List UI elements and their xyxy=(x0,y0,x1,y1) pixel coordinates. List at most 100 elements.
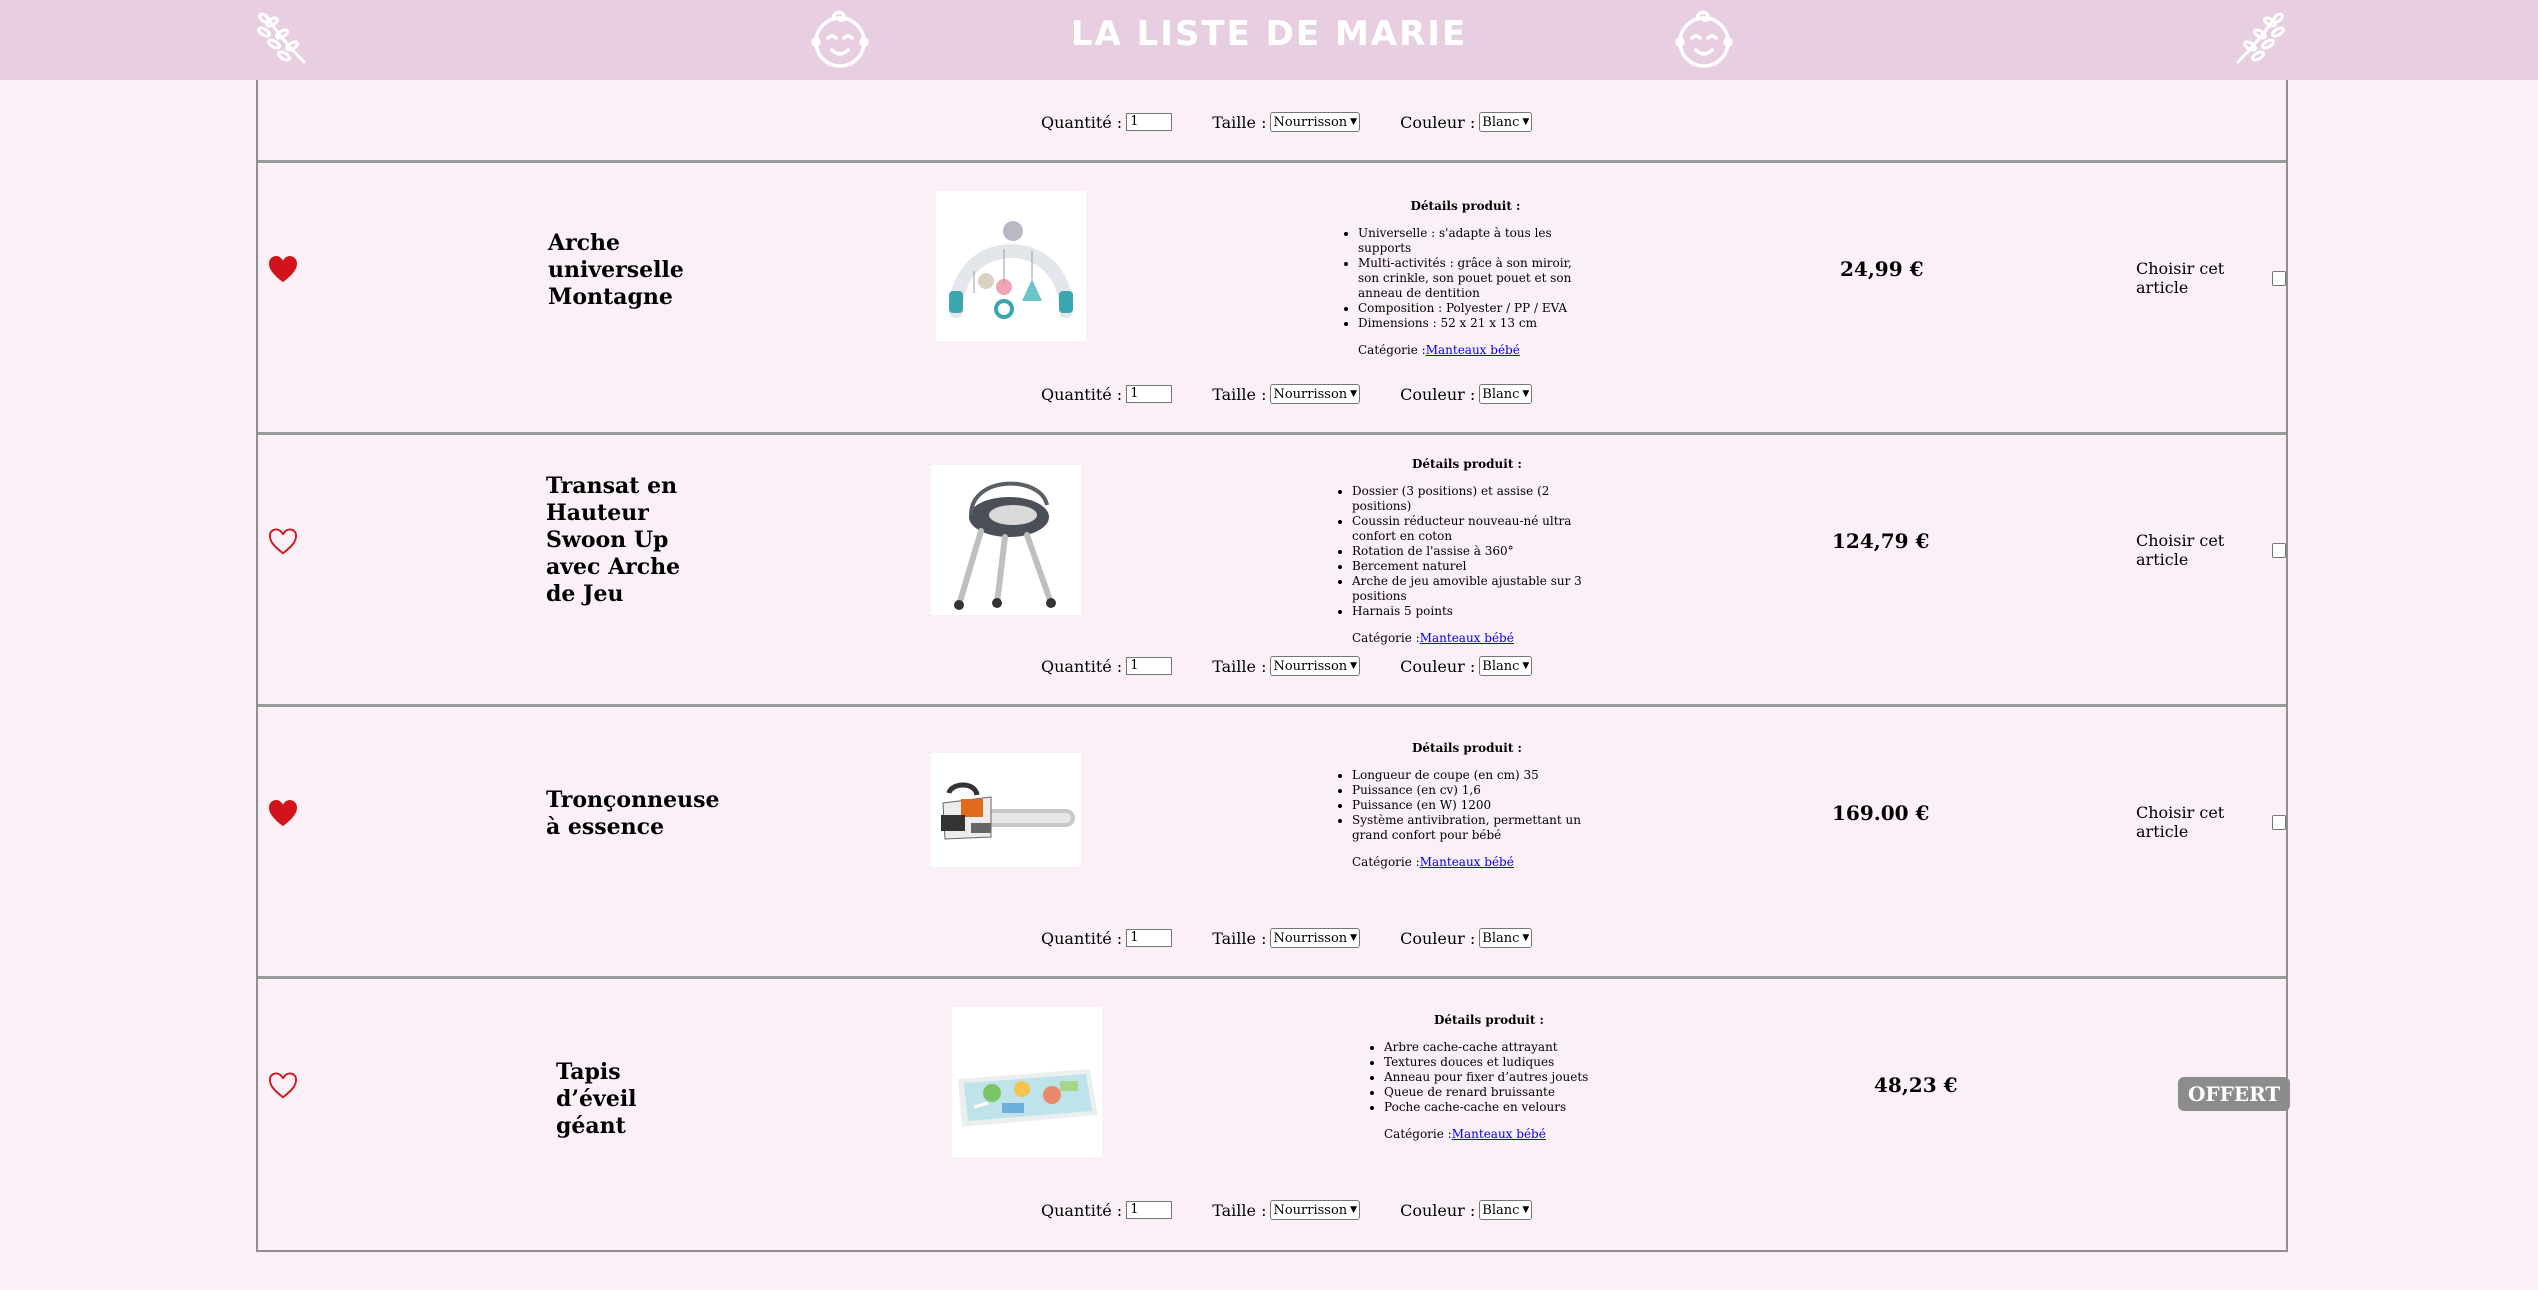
size-label: Taille : xyxy=(1212,112,1267,132)
details-list: Dossier (3 positions) et assise (2 posit… xyxy=(1332,484,1602,619)
product-price: 48,23 € xyxy=(1874,1073,1958,1097)
heart-outline-icon[interactable] xyxy=(268,1072,298,1100)
list-item: Coussin réducteur nouveau-né ultra confo… xyxy=(1352,514,1602,544)
product-image xyxy=(936,191,1086,341)
product-name: Tronçonneuse à essence xyxy=(546,787,720,840)
color-select[interactable]: Blanc ▼ xyxy=(1479,656,1533,676)
product-row: Arche universelle Montagne Détails produ… xyxy=(258,160,2286,433)
choose-label: Choisir cet article xyxy=(2136,531,2225,569)
color-label: Couleur : xyxy=(1400,384,1476,404)
size-select[interactable]: Nourrisson ▼ xyxy=(1270,928,1361,948)
list-item: Arbre cache-cache attrayant xyxy=(1384,1040,1614,1055)
product-row: Transat en Hauteur Swoon Up avec Arche d… xyxy=(258,432,2286,705)
choose-item: Choisir cet article xyxy=(2136,531,2286,569)
size-label: Taille : xyxy=(1212,384,1267,404)
list-item: Puissance (en cv) 1,6 xyxy=(1352,783,1602,798)
color-select[interactable]: Blanc ▼ xyxy=(1479,384,1533,404)
category-label: Catégorie : xyxy=(1384,1127,1452,1141)
quantity-input[interactable]: 1 xyxy=(1126,929,1173,947)
details-list: Longueur de coupe (en cm) 35 Puissance (… xyxy=(1332,768,1602,843)
size-label: Taille : xyxy=(1212,1200,1267,1220)
list-item: Harnais 5 points xyxy=(1352,604,1602,619)
product-image xyxy=(931,465,1081,615)
heart-outline-icon[interactable] xyxy=(268,528,298,556)
color-value: Blanc xyxy=(1482,930,1520,946)
product-details: Détails produit : Dossier (3 positions) … xyxy=(1332,457,1602,646)
product-name: Tapis d’éveil géant xyxy=(556,1059,637,1139)
category-link[interactable]: Manteaux bébé xyxy=(1420,855,1514,869)
category-label: Catégorie : xyxy=(1352,631,1420,645)
chevron-down-icon: ▼ xyxy=(1350,1205,1358,1215)
heart-filled-icon[interactable] xyxy=(268,800,298,828)
product-price: 169.00 € xyxy=(1832,801,1930,825)
product-price: 24,99 € xyxy=(1840,257,1924,281)
list-item: Puissance (en W) 1200 xyxy=(1352,798,1602,813)
category-line: Catégorie :Manteaux bébé xyxy=(1332,631,1602,646)
details-title: Détails produit : xyxy=(1412,457,1522,471)
color-value: Blanc xyxy=(1482,386,1520,402)
quantity-label: Quantité : xyxy=(1041,384,1123,404)
choose-item: Choisir cet article xyxy=(2136,803,2286,841)
color-value: Blanc xyxy=(1482,114,1520,130)
quantity-label: Quantité : xyxy=(1041,1200,1123,1220)
category-link[interactable]: Manteaux bébé xyxy=(1420,631,1514,645)
quantity-input[interactable]: 1 xyxy=(1126,657,1173,675)
product-image xyxy=(952,1007,1102,1157)
size-select[interactable]: Nourrisson ▼ xyxy=(1270,112,1361,132)
size-label: Taille : xyxy=(1212,656,1267,676)
choose-label: Choisir cet article xyxy=(2136,803,2225,841)
details-title: Détails produit : xyxy=(1412,741,1522,755)
offered-badge: OFFERT xyxy=(2178,1077,2291,1111)
product-row: Tapis d’éveil géant Détails produit : Ar… xyxy=(258,976,2291,1251)
details-title: Détails produit : xyxy=(1410,199,1521,213)
options-bar: Quantité : 1 Taille : Nourrisson ▼ Couleu… xyxy=(1041,656,1533,676)
site-header: LA LISTE DE MARIE xyxy=(0,0,2538,80)
list-item: Textures douces et ludiques xyxy=(1384,1055,1614,1070)
laurel-right-icon xyxy=(2236,12,2285,64)
list-item: Anneau pour fixer d’autres jouets xyxy=(1384,1070,1614,1085)
chevron-down-icon: ▼ xyxy=(1522,117,1530,127)
color-label: Couleur : xyxy=(1400,112,1476,132)
heart-filled-icon[interactable] xyxy=(268,256,298,284)
size-value: Nourrisson xyxy=(1273,386,1348,402)
options-bar: Quantité : 1 Taille : Nourrisson ▼ Couleu… xyxy=(1041,112,1533,132)
choose-checkbox[interactable] xyxy=(2272,270,2286,286)
chevron-down-icon: ▼ xyxy=(1522,1205,1530,1215)
list-item: Longueur de coupe (en cm) 35 xyxy=(1352,768,1602,783)
chevron-down-icon: ▼ xyxy=(1350,389,1358,399)
quantity-label: Quantité : xyxy=(1041,112,1123,132)
quantity-input[interactable]: 1 xyxy=(1126,385,1173,403)
site-title: LA LISTE DE MARIE xyxy=(1070,14,1468,54)
choose-item: Choisir cet article xyxy=(2136,259,2286,297)
category-link[interactable]: Manteaux bébé xyxy=(1426,343,1520,357)
size-value: Nourrisson xyxy=(1273,114,1348,130)
size-value: Nourrisson xyxy=(1273,930,1348,946)
color-select[interactable]: Blanc ▼ xyxy=(1479,928,1533,948)
options-bar: Quantité : 1 Taille : Nourrisson ▼ Couleu… xyxy=(1041,1200,1533,1220)
list-item: Système antivibration, permettant un gra… xyxy=(1352,813,1602,843)
quantity-input[interactable]: 1 xyxy=(1126,113,1173,131)
chevron-down-icon: ▼ xyxy=(1350,661,1358,671)
chevron-down-icon: ▼ xyxy=(1522,933,1530,943)
quantity-input[interactable]: 1 xyxy=(1126,1201,1173,1219)
size-select[interactable]: Nourrisson ▼ xyxy=(1270,656,1361,676)
chevron-down-icon: ▼ xyxy=(1350,933,1358,943)
color-label: Couleur : xyxy=(1400,656,1476,676)
chevron-down-icon: ▼ xyxy=(1522,661,1530,671)
product-price: 124,79 € xyxy=(1832,529,1930,553)
size-label: Taille : xyxy=(1212,928,1267,948)
choose-checkbox[interactable] xyxy=(2272,814,2286,830)
product-details: Détails produit : Longueur de coupe (en … xyxy=(1332,741,1602,870)
choose-checkbox[interactable] xyxy=(2272,542,2286,558)
color-select[interactable]: Blanc ▼ xyxy=(1479,1200,1533,1220)
size-select[interactable]: Nourrisson ▼ xyxy=(1270,1200,1361,1220)
product-row: Tronçonneuse à essence Détails produit :… xyxy=(258,704,2286,977)
category-link[interactable]: Manteaux bébé xyxy=(1452,1127,1546,1141)
color-select[interactable]: Blanc ▼ xyxy=(1479,112,1533,132)
category-label: Catégorie : xyxy=(1352,855,1420,869)
size-value: Nourrisson xyxy=(1273,658,1348,674)
list-item: Poche cache-cache en velours xyxy=(1384,1100,1614,1115)
baby-face-icon xyxy=(1675,10,1733,68)
size-select[interactable]: Nourrisson ▼ xyxy=(1270,384,1361,404)
list-item: Composition : Polyester / PP / EVA xyxy=(1358,301,1593,316)
